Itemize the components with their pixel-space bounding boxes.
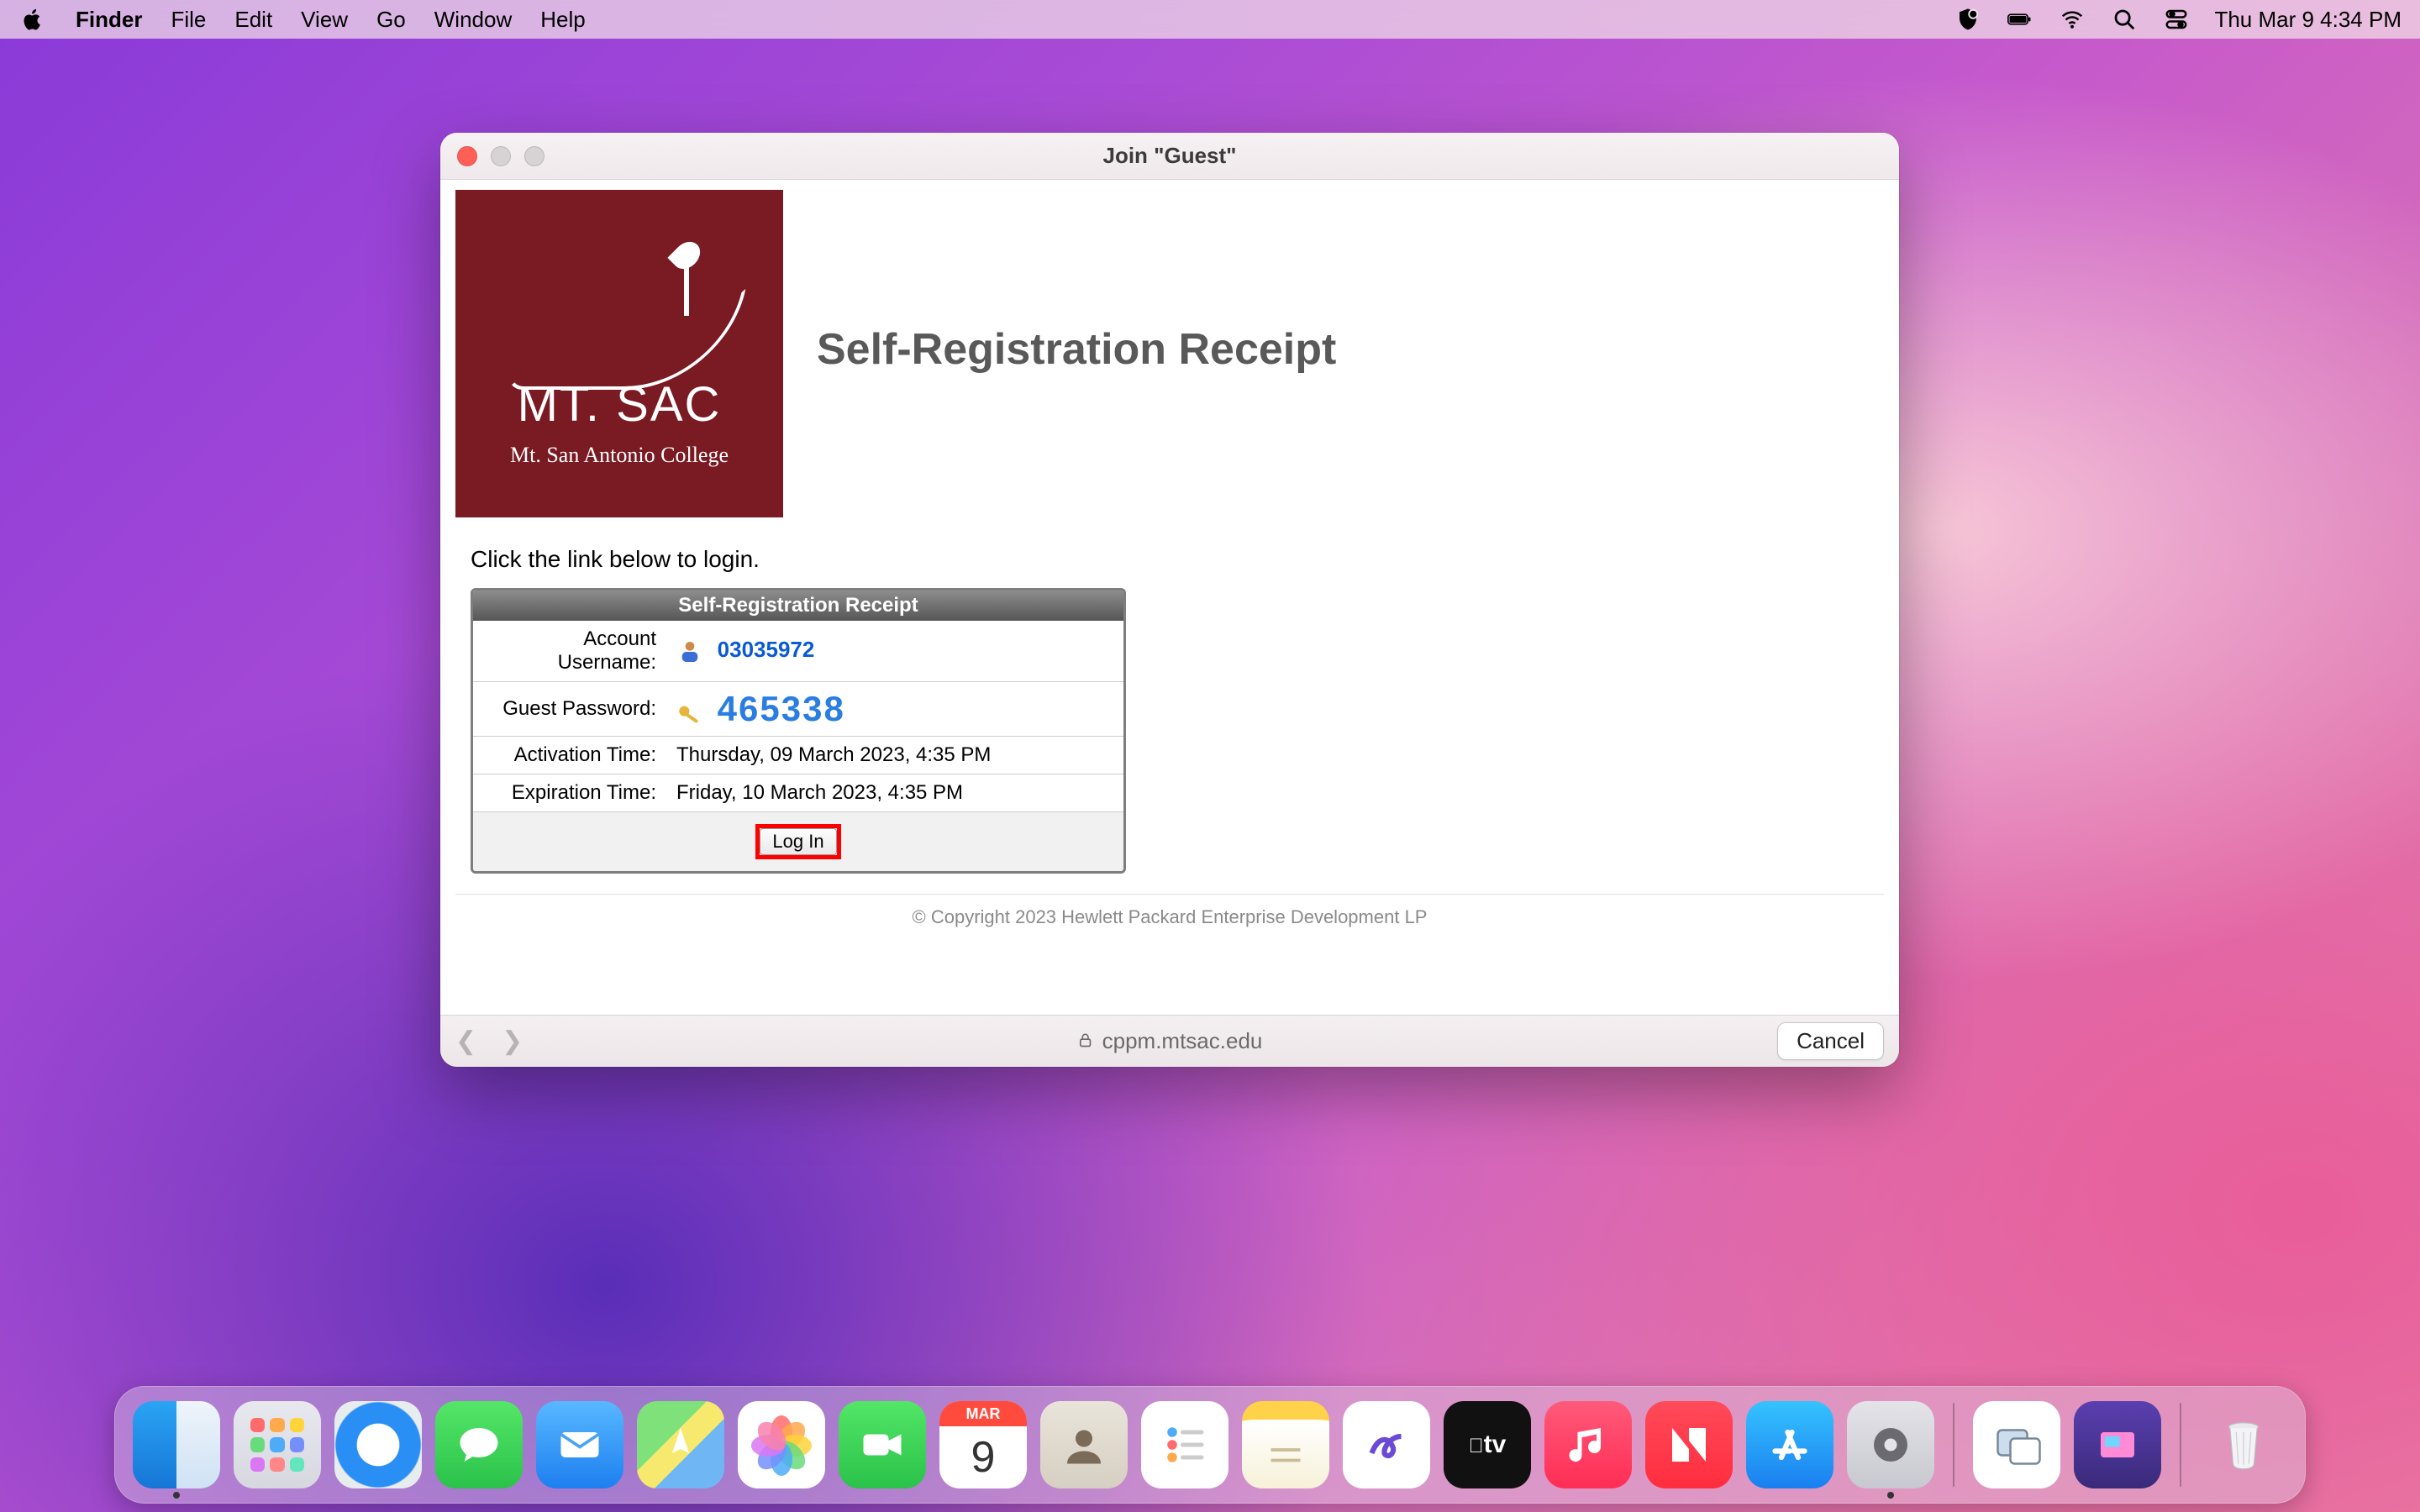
window-traffic-lights <box>457 146 544 166</box>
menu-help[interactable]: Help <box>540 7 585 33</box>
tv-label: tv <box>1484 1431 1507 1458</box>
divider <box>455 894 1884 895</box>
calendar-month: MAR <box>939 1401 1027 1426</box>
receipt-header: Self-Registration Receipt <box>473 591 1123 621</box>
menu-view[interactable]: View <box>301 7 348 33</box>
dock-notes-icon[interactable] <box>1242 1401 1329 1488</box>
apple-logo-icon[interactable] <box>18 5 47 34</box>
dock-finder-icon[interactable] <box>133 1401 220 1488</box>
dock-separator <box>2180 1403 2181 1487</box>
battery-icon[interactable] <box>2006 5 2034 34</box>
dock-maps-icon[interactable] <box>637 1401 724 1488</box>
login-button-highlight: Log In <box>755 824 840 859</box>
calendar-day: 9 <box>971 1426 996 1488</box>
receipt-footer: Log In <box>473 811 1123 871</box>
menubar-right: Thu Mar 9 4:34 PM <box>1954 5 2402 34</box>
dock-mail-icon[interactable] <box>536 1401 623 1488</box>
minimize-window-button <box>491 146 511 166</box>
activation-value: Thursday, 09 March 2023, 4:35 PM <box>666 737 1123 774</box>
log-in-button[interactable]: Log In <box>760 828 836 855</box>
dock-freeform-icon[interactable] <box>1343 1401 1430 1488</box>
user-icon <box>676 638 703 665</box>
macos-menubar: Finder File Edit View Go Window Help Thu… <box>0 0 2420 39</box>
password-value: 465338 <box>718 689 845 728</box>
forward-arrow-icon: ❯ <box>502 1026 523 1056</box>
table-row: Guest Password: 465338 <box>473 682 1123 737</box>
dock-facetime-icon[interactable] <box>839 1401 926 1488</box>
menu-window[interactable]: Window <box>434 7 512 33</box>
privacy-shield-icon[interactable] <box>1954 5 1982 34</box>
window-titlebar: Join "Guest" <box>440 133 1899 180</box>
page-heading: Self-Registration Receipt <box>817 324 1336 375</box>
logo-subtitle: Mt. San Antonio College <box>510 443 729 468</box>
macos-dock: MAR 9 tv <box>114 1386 2306 1504</box>
cancel-button[interactable]: Cancel <box>1777 1022 1884 1060</box>
menubar-left: Finder File Edit View Go Window Help <box>18 5 586 34</box>
receipt-table: Account Username: 03035972 Guest Passwor… <box>473 621 1123 811</box>
dock-appstore-icon[interactable] <box>1746 1401 1833 1488</box>
spotlight-search-icon[interactable] <box>2110 5 2139 34</box>
menubar-clock[interactable]: Thu Mar 9 4:34 PM <box>2214 7 2402 33</box>
menu-file[interactable]: File <box>171 7 206 33</box>
wifi-icon[interactable] <box>2058 5 2086 34</box>
username-value[interactable]: 03035972 <box>718 637 815 662</box>
dock-photos-icon[interactable] <box>738 1401 825 1488</box>
dock-system-settings-icon[interactable] <box>1847 1401 1934 1488</box>
control-center-icon[interactable] <box>2162 5 2191 34</box>
dock-contacts-icon[interactable] <box>1040 1401 1128 1488</box>
dock-launchpad-icon[interactable] <box>234 1401 321 1488</box>
window-title: Join "Guest" <box>1102 143 1236 169</box>
expiration-value: Friday, 10 March 2023, 4:35 PM <box>666 774 1123 812</box>
table-row: Activation Time: Thursday, 09 March 2023… <box>473 737 1123 774</box>
zoom-window-button <box>524 146 544 166</box>
captive-portal-window: Join "Guest" MT. SAC Mt. San Antonio Col… <box>440 133 1899 1067</box>
password-label: Guest Password: <box>473 682 666 737</box>
table-row: Expiration Time: Friday, 10 March 2023, … <box>473 774 1123 812</box>
dock-reminders-icon[interactable] <box>1141 1401 1228 1488</box>
menu-edit[interactable]: Edit <box>234 7 272 33</box>
dock-news-icon[interactable] <box>1645 1401 1733 1488</box>
nav-arrows: ❮ ❯ <box>455 1026 523 1056</box>
mtsac-logo: MT. SAC Mt. San Antonio College <box>455 190 783 517</box>
receipt-panel: Self-Registration Receipt Account Userna… <box>471 588 1126 874</box>
dock-music-icon[interactable] <box>1544 1401 1632 1488</box>
key-icon <box>676 702 703 729</box>
username-label: Account Username: <box>473 621 666 682</box>
menu-go[interactable]: Go <box>376 7 406 33</box>
activation-label: Activation Time: <box>473 737 666 774</box>
dock-safari-icon[interactable] <box>334 1401 422 1488</box>
dock-separator <box>1953 1403 1954 1487</box>
dock-calendar-icon[interactable]: MAR 9 <box>939 1401 1027 1488</box>
password-cell: 465338 <box>666 682 1123 737</box>
url-text: cppm.mtsac.edu <box>1102 1028 1263 1054</box>
menubar-app-name[interactable]: Finder <box>76 7 142 33</box>
table-row: Account Username: 03035972 <box>473 621 1123 682</box>
dock-preview-icon[interactable] <box>1973 1401 2060 1488</box>
dock-screenshot-folder-icon[interactable] <box>2074 1401 2161 1488</box>
window-content: MT. SAC Mt. San Antonio College Self-Reg… <box>440 180 1899 1015</box>
back-arrow-icon: ❮ <box>455 1026 476 1056</box>
username-cell: 03035972 <box>666 621 1123 682</box>
window-bottombar: ❮ ❯ cppm.mtsac.edu Cancel <box>440 1015 1899 1067</box>
close-window-button[interactable] <box>457 146 477 166</box>
expiration-label: Expiration Time: <box>473 774 666 812</box>
dock-trash-icon[interactable] <box>2200 1401 2287 1488</box>
copyright-text: © Copyright 2023 Hewlett Packard Enterpr… <box>455 906 1884 928</box>
lock-icon <box>1077 1028 1094 1054</box>
dock-messages-icon[interactable] <box>435 1401 523 1488</box>
header-row: MT. SAC Mt. San Antonio College Self-Reg… <box>455 190 1884 517</box>
url-display: cppm.mtsac.edu <box>1077 1028 1263 1054</box>
instruction-text: Click the link below to login. <box>471 546 1884 573</box>
dock-appletv-icon[interactable]: tv <box>1444 1401 1531 1488</box>
